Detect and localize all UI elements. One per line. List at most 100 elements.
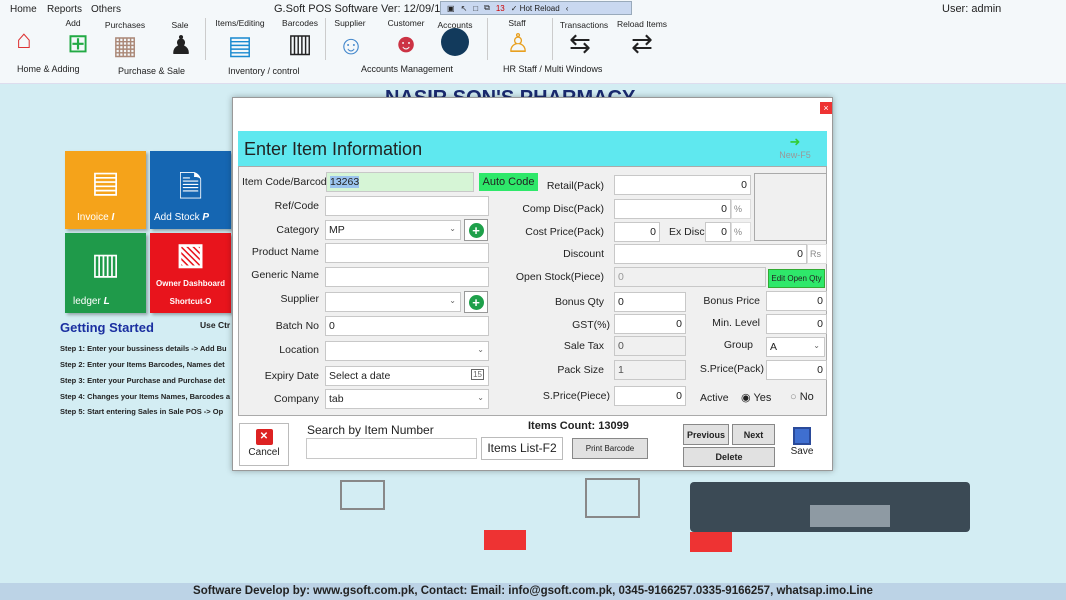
location-select[interactable]: ⌄: [325, 341, 489, 361]
tile-key: L: [103, 296, 110, 307]
add-supplier-button[interactable]: +: [464, 291, 488, 313]
menu-reports[interactable]: Reports: [47, 4, 82, 15]
frame-icon[interactable]: □: [473, 4, 478, 13]
group-accounts: Accounts Management: [361, 64, 454, 74]
group-label: Group: [723, 339, 753, 351]
counter-panel: [810, 505, 890, 527]
expiry-date-picker[interactable]: Select a date 15: [325, 366, 489, 386]
select-icon[interactable]: ↖: [461, 4, 468, 13]
chevron-down-icon: ⌄: [477, 345, 484, 354]
items-list-button[interactable]: Items List-F2: [481, 437, 563, 460]
inspect-icon[interactable]: ▣: [447, 4, 455, 13]
active-no-radio[interactable]: ○ No: [790, 391, 814, 403]
invoice-tile[interactable]: ▤ Invoice I: [65, 151, 146, 229]
new-label: New-F5: [779, 150, 811, 160]
dialog-title: Enter Item Information: [244, 139, 423, 159]
search-label: Search by Item Number: [307, 423, 434, 437]
ledger-books-icon: ▥: [91, 248, 120, 281]
search-item-input[interactable]: [306, 438, 477, 459]
radio-unchecked-icon: ○: [790, 391, 797, 403]
transactions-icon[interactable]: ⇆: [562, 28, 598, 58]
next-button[interactable]: Next: [732, 424, 775, 445]
product-name-input[interactable]: [325, 243, 489, 263]
item-code-input[interactable]: 13263: [326, 172, 474, 192]
add-stock-tile[interactable]: 🗎 Add Stock P: [150, 151, 231, 229]
ref-code-input[interactable]: [325, 196, 489, 216]
sale-tax-label: Sale Tax: [563, 340, 604, 352]
company-select[interactable]: tab ⌄: [325, 389, 489, 409]
edit-open-qty-button[interactable]: Edit Open Qty: [768, 269, 825, 288]
tile-label: Invoice: [77, 212, 109, 223]
bonus-price-input[interactable]: 0: [766, 291, 827, 311]
step-4: Step 4: Changes your Items Names, Barcod…: [60, 392, 231, 401]
reload-icon[interactable]: ⇄: [624, 28, 660, 58]
supplier-label: Supplier: [280, 293, 319, 305]
error-count[interactable]: 13: [496, 4, 505, 13]
boxes-icon[interactable]: ▦: [107, 30, 143, 60]
menu-home[interactable]: Home: [10, 4, 37, 15]
supplier-icon[interactable]: ☺: [333, 30, 369, 60]
add-document-icon[interactable]: ⊞: [60, 28, 96, 58]
inventory-icon[interactable]: ▤: [222, 30, 258, 60]
generic-name-input[interactable]: [325, 267, 489, 287]
basket-illustration: [690, 532, 732, 552]
menu-others[interactable]: Others: [91, 4, 121, 15]
retail-pack-input[interactable]: 0: [614, 175, 751, 195]
customer-icon[interactable]: ☻: [388, 28, 424, 58]
batch-no-input[interactable]: 0: [325, 316, 489, 336]
sprice-pack-input[interactable]: 0: [766, 360, 827, 380]
sprice-piece-input[interactable]: 0: [614, 386, 686, 406]
staff-icon[interactable]: ♙: [500, 28, 536, 58]
plus-icon: +: [468, 222, 484, 238]
toolbar-staff-label: Staff: [508, 18, 526, 28]
getting-started-title: Getting Started: [60, 320, 154, 335]
pack-size-label: Pack Size: [557, 364, 604, 376]
close-icon[interactable]: ×: [820, 102, 832, 114]
rupees-unit: Rs: [807, 244, 827, 264]
radio-checked-icon: ◉: [741, 392, 751, 404]
cost-price-label: Cost Price(Pack): [525, 226, 604, 238]
add-category-button[interactable]: +: [464, 219, 488, 241]
home-icon[interactable]: ⌂: [6, 24, 42, 54]
invoice-icon: ▤: [91, 166, 120, 199]
active-yes-radio[interactable]: ◉ Yes: [741, 391, 771, 404]
tile-label: ledger: [73, 296, 101, 307]
new-button[interactable]: ➜ New-F5: [775, 134, 815, 160]
previous-button[interactable]: Previous: [683, 424, 729, 445]
group-purchase-sale: Purchase & Sale: [118, 66, 186, 76]
barcode-icon[interactable]: ▥: [282, 28, 318, 58]
min-level-input[interactable]: 0: [766, 314, 827, 334]
sprice-piece-label: S.Price(Piece): [542, 390, 610, 402]
item-image-box[interactable]: [754, 173, 827, 241]
print-barcode-button[interactable]: Print Barcode: [572, 438, 648, 459]
supplier-select[interactable]: ⌄: [325, 292, 461, 312]
step-2: Step 2: Enter your Items Barcodes, Names…: [60, 360, 225, 369]
company-label: Company: [274, 393, 319, 405]
item-code-label: Item Code/Barcode: [242, 176, 333, 188]
comp-disc-label: Comp Disc(Pack): [522, 203, 604, 215]
layout-icon[interactable]: ⧉: [484, 3, 490, 13]
group-select[interactable]: A ⌄: [766, 337, 825, 357]
discount-input[interactable]: 0: [614, 244, 807, 264]
cashier-icon[interactable]: ♟: [163, 30, 199, 60]
ex-disc-input[interactable]: 0: [705, 222, 731, 242]
yes-label: Yes: [753, 392, 772, 404]
no-label: No: [799, 391, 814, 403]
save-label: Save: [790, 446, 814, 457]
open-stock-label: Open Stock(Piece): [515, 271, 604, 283]
cancel-button[interactable]: ✕ Cancel: [239, 423, 289, 466]
collapse-icon[interactable]: ‹: [566, 4, 569, 13]
save-button[interactable]: Save: [778, 423, 826, 466]
category-select[interactable]: MP ⌄: [325, 220, 461, 240]
delete-button[interactable]: Delete: [683, 447, 775, 467]
calendar-icon[interactable]: 15: [471, 369, 484, 380]
ledger-tile[interactable]: ▥ ledger L: [65, 233, 146, 313]
generic-name-label: Generic Name: [251, 269, 319, 281]
accounts-chart-icon[interactable]: [441, 28, 469, 56]
hot-reload[interactable]: ✓ Hot Reload: [511, 4, 560, 13]
cost-price-input[interactable]: 0: [614, 222, 660, 242]
window-title: G.Soft POS Software Ver: 12/09/11 pro: [274, 3, 465, 15]
gst-label: GST(%): [572, 319, 610, 331]
comp-disc-input[interactable]: 0: [614, 199, 731, 219]
tile-label: Add Stock: [154, 212, 200, 223]
